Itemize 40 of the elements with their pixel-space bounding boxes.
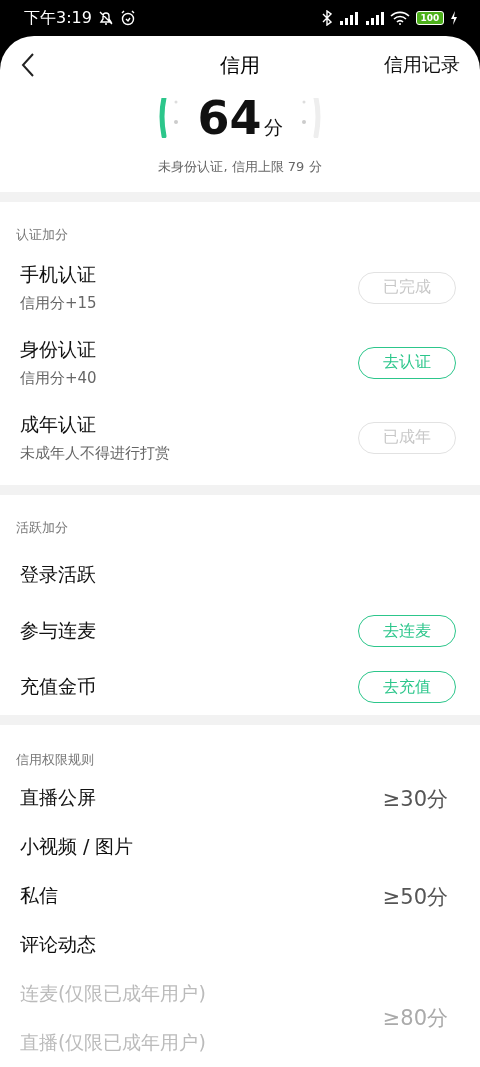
action-button[interactable]: 去充值 <box>358 671 456 703</box>
item-title: 充值金币 <box>20 674 96 699</box>
battery-icon: 100 <box>416 11 444 25</box>
item-title: 成年认证 <box>20 412 97 437</box>
action-button[interactable]: 去连麦 <box>358 615 456 647</box>
rule-score: ≥80分 <box>382 1005 448 1032</box>
item-title: 身份认证 <box>20 337 97 362</box>
item-title: 手机认证 <box>20 262 97 287</box>
gauge-arc-icon <box>158 98 180 138</box>
status-time: 下午3:19 <box>24 7 92 29</box>
alarm-icon <box>119 10 136 26</box>
bluetooth-icon <box>322 10 332 26</box>
section-title: 信用权限规则 <box>16 751 94 769</box>
credit-record-link[interactable]: 信用记录 <box>384 52 460 78</box>
rule-label: 直播公屏 <box>20 784 96 810</box>
page-title: 信用 <box>220 52 260 77</box>
action-button[interactable]: 去认证 <box>358 346 456 379</box>
signal-icon <box>364 11 384 25</box>
item-subtitle: 未成年人不得进行打赏 <box>20 444 170 463</box>
section-title: 活跃加分 <box>16 519 68 537</box>
section-title: 认证加分 <box>16 226 68 244</box>
item-title: 登录活跃 <box>20 562 96 587</box>
credit-score: 64 <box>197 95 262 141</box>
rule-score: ≥30分 <box>382 786 448 813</box>
signal-icon <box>338 11 358 25</box>
rule-score: ≥50分 <box>382 884 448 911</box>
credit-limit-note: 未身份认证, 信用上限 79 分 <box>157 158 323 176</box>
rule-label: 直播(仅限已成年用户) <box>20 1029 206 1055</box>
rule-label: 评论动态 <box>20 931 96 957</box>
bell-off-icon <box>97 10 114 26</box>
item-title: 参与连麦 <box>20 618 96 643</box>
item-subtitle: 信用分+15 <box>20 294 97 313</box>
rule-label: 小视频 / 图片 <box>20 833 134 859</box>
rule-label: 私信 <box>20 882 58 908</box>
gauge-arc-icon <box>300 98 322 138</box>
score-unit: 分 <box>263 115 283 140</box>
rule-label: 连麦(仅限已成年用户) <box>20 980 206 1006</box>
wifi-icon <box>390 11 410 25</box>
item-subtitle: 信用分+40 <box>20 369 97 388</box>
charging-icon <box>450 11 458 25</box>
